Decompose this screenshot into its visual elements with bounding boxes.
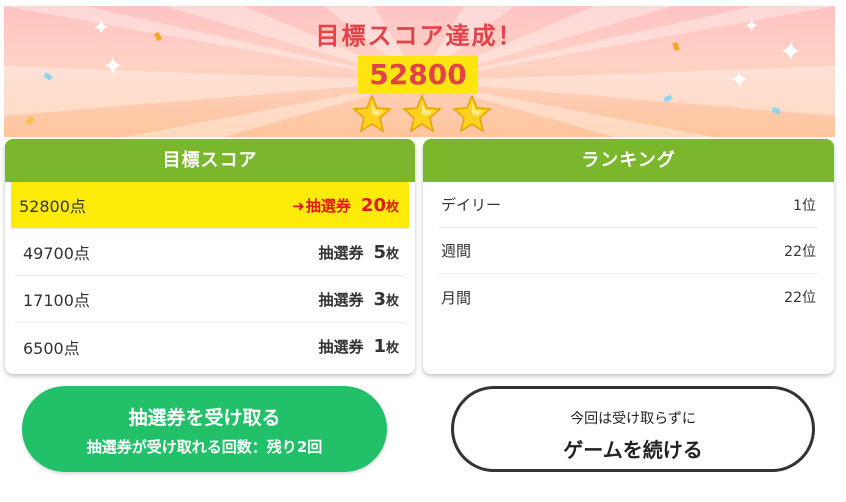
ticket-unit: 枚 bbox=[385, 293, 399, 309]
ranking-header: ランキング bbox=[423, 139, 834, 182]
star-rating bbox=[348, 94, 498, 134]
target-row: 17100点 抽選券 3枚 bbox=[15, 276, 405, 323]
ticket-reward: ➜ 抽選券 20枚 bbox=[292, 195, 405, 216]
ticket-reward: 抽選券 5枚 bbox=[318, 242, 405, 263]
ticket-count: 20 bbox=[360, 194, 386, 216]
continue-game-label: ゲームを続ける bbox=[563, 438, 703, 462]
ticket-count: 5 bbox=[373, 241, 386, 263]
receive-tickets-button[interactable]: 抽選券を受け取る 抽選券が受け取れる回数：残り2回 bbox=[22, 386, 387, 472]
ticket-label: 抽選券 bbox=[318, 338, 364, 356]
target-row-current: 52800点 ➜ 抽選券 20枚 bbox=[11, 182, 409, 229]
ranking-row-daily: デイリー 1位 bbox=[439, 182, 818, 228]
remaining-receive-count: 抽選券が受け取れる回数：残り2回 bbox=[86, 438, 323, 456]
target-score-header: 目標スコア bbox=[5, 139, 415, 182]
ticket-count: 1 bbox=[373, 336, 386, 357]
ticket-unit: 枚 bbox=[385, 246, 399, 262]
target-points: 6500点 bbox=[23, 338, 80, 358]
target-row: 6500点 抽選券 1枚 bbox=[15, 323, 405, 370]
ticket-label: 抽選券 bbox=[318, 243, 364, 262]
target-score-card: 目標スコア 52800点 ➜ 抽選券 20枚 49700点 抽選券 5枚 171… bbox=[5, 139, 415, 374]
score-highlight: 52800 bbox=[358, 56, 478, 94]
achieved-score: 52800 bbox=[369, 58, 467, 91]
receive-tickets-label: 抽選券を受け取る bbox=[128, 407, 281, 429]
ticket-label: 抽選券 bbox=[305, 196, 351, 215]
target-points: 52800点 bbox=[19, 197, 86, 216]
result-banner: ✦ ✦ ✦ ✦ ✦ 目標スコア達成！ 52800 bbox=[4, 6, 835, 137]
ranking-label: 月間 bbox=[441, 288, 472, 307]
ticket-count: 3 bbox=[373, 288, 386, 310]
continue-game-button[interactable]: 今回は受け取らずに ゲームを続ける bbox=[451, 386, 815, 472]
target-points: 17100点 bbox=[23, 291, 90, 310]
star-icon bbox=[402, 94, 442, 133]
ranking-value: 1位 bbox=[793, 197, 816, 214]
ranking-value: 22位 bbox=[784, 290, 816, 306]
ticket-unit: 枚 bbox=[385, 341, 399, 356]
ranking-row-weekly: 週間 22位 bbox=[439, 228, 818, 274]
ranking-value: 22位 bbox=[784, 243, 816, 260]
ranking-card: ランキング デイリー 1位 週間 22位 月間 22位 bbox=[423, 139, 834, 374]
ranking-row-monthly: 月間 22位 bbox=[439, 274, 818, 320]
target-points: 49700点 bbox=[23, 244, 90, 263]
sparkle-icon: ✦ bbox=[729, 66, 750, 94]
star-icon bbox=[452, 94, 492, 133]
ticket-label: 抽選券 bbox=[318, 290, 364, 309]
star-icon bbox=[352, 94, 392, 133]
ticket-reward: 抽選券 3枚 bbox=[318, 289, 405, 310]
ticket-unit: 枚 bbox=[385, 199, 399, 215]
ticket-reward: 抽選券 1枚 bbox=[318, 336, 405, 357]
sparkle-icon: ✦ bbox=[102, 52, 124, 82]
banner-title: 目標スコア達成！ bbox=[315, 22, 524, 50]
target-row: 49700点 抽選券 5枚 bbox=[15, 229, 405, 276]
ranking-label: デイリー bbox=[441, 196, 502, 214]
ranking-label: 週間 bbox=[441, 242, 472, 260]
continue-game-subtext: 今回は受け取らずに bbox=[570, 411, 696, 427]
